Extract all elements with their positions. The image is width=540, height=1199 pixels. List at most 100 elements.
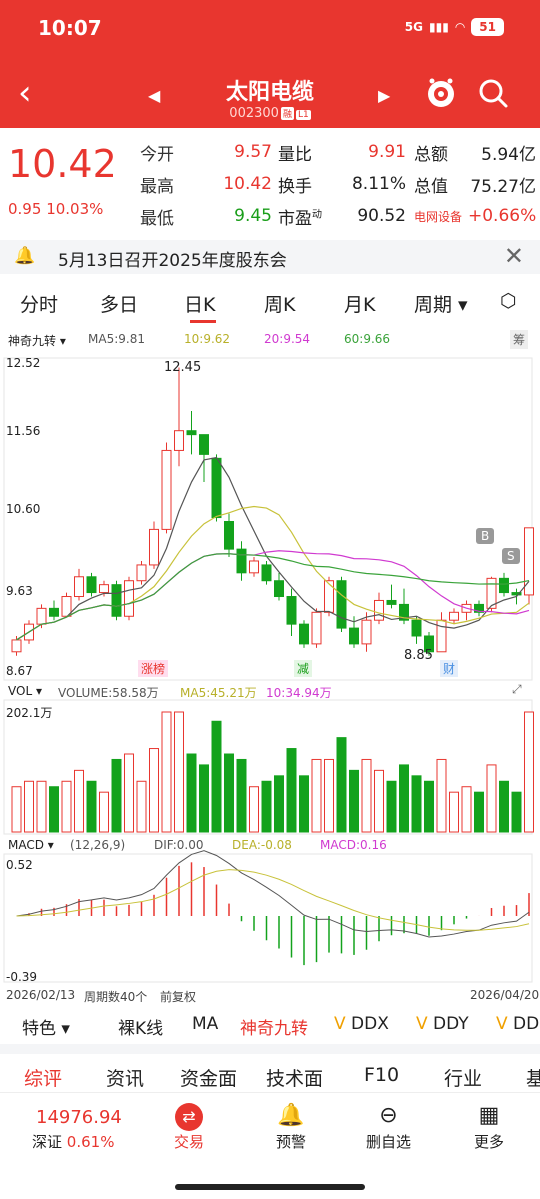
alert-button[interactable]: 🔔 预警 [276,1103,306,1152]
volume-bar [61,780,72,833]
remove-label: 删自选 [366,1133,412,1151]
battery-icon: 51 [471,18,504,36]
candle-body [386,599,397,605]
stock-title: 太阳电缆 [225,80,314,105]
network-label: 5G [404,20,423,34]
change-pct: 10.03% [46,200,104,218]
vol-selector[interactable]: VOL ▾ [8,684,42,698]
volume-bar [211,720,222,833]
tab-multiday[interactable]: 多日 [100,290,138,317]
ma20-label: 20:9.54 [264,332,311,346]
strip-ddx-label: DDX [351,1014,389,1034]
indicator-selector[interactable]: 神奇九转 ▾ [8,332,66,349]
candle-body [236,548,247,574]
tab-technical[interactable]: 技术面 [266,1064,323,1091]
volume-bar [274,775,284,833]
notice-bar[interactable]: 🔔 5月13日召开2025年度股东会 ✕ [0,240,540,274]
volume-bar [74,769,84,833]
tab-daily[interactable]: 日K [184,290,216,323]
assistant-icon[interactable] [424,76,458,110]
chip-button[interactable]: 筹 [510,330,529,349]
close-icon[interactable]: ✕ [504,242,524,270]
label-amount: 总额 [414,144,448,165]
volume-bar [524,711,534,833]
kline-svg[interactable] [0,326,540,996]
volume-bar [261,780,272,833]
tab-monthly[interactable]: 月K [344,290,375,317]
sell-marker[interactable]: S [502,548,520,564]
candle-body [336,580,347,629]
candle-body [299,623,309,645]
buy-marker[interactable]: B [476,528,495,544]
remove-watchlist-button[interactable]: ⊖ 删自选 [366,1103,411,1152]
macd-dea: DEA:-0.08 [232,838,292,852]
candle-body [111,584,122,617]
candle-body [286,596,297,625]
volume-bar [236,758,247,833]
tab-industry[interactable]: 行业 [444,1064,482,1091]
value-open: 9.57 [234,142,272,162]
wifi-icon: ◠ [454,20,466,34]
candle-body [449,611,459,621]
label-pe-sup: 动 [312,208,322,220]
reduce-marker[interactable]: 减 [294,660,313,677]
more-label: 更多 [474,1133,505,1151]
sector-name[interactable]: 电网设备 [406,208,468,225]
volume-bar [411,775,422,833]
tab-fund[interactable]: 基 [526,1064,540,1091]
strip-ddy[interactable]: V DDY [416,1014,469,1034]
tab-period[interactable]: 周期 ▾ [414,290,468,317]
strip-ma[interactable]: MA [192,1014,218,1034]
candle-body [11,639,22,653]
candle-body [324,580,334,613]
candle-body [186,430,197,436]
index-change[interactable]: 深证 0.61% [32,1131,114,1152]
volume-bar [24,780,34,833]
settings-icon[interactable]: ⬡ [500,290,517,312]
macd-selector[interactable]: MACD ▾ [8,838,54,852]
index-value[interactable]: 14976.94 [36,1107,122,1128]
volume-bar [36,780,47,833]
expand-icon[interactable]: ⤢ [512,682,522,697]
status-icons: 5G ▮▮▮ ◠ 51 [405,18,504,36]
period-note: 周期数40个 [84,990,148,1004]
more-button[interactable]: ▦ 更多 [474,1103,504,1152]
limit-up-marker[interactable]: 涨榜 [138,660,169,677]
volume-bar [174,711,184,833]
strip-bare-k[interactable]: 裸K线 [118,1014,163,1039]
macd-name: MACD [8,838,44,852]
tab-news[interactable]: 资讯 [106,1064,144,1091]
tab-overview[interactable]: 综评 [24,1064,62,1091]
candle-body [49,607,59,617]
kline-area[interactable]: 神奇九转 ▾ MA5:9.81 10:9.62 20:9.54 60:9.66 … [0,326,540,1004]
x-start-label: 2026/02/13 [6,988,76,1002]
macd-bottom-label: -0.39 [6,970,38,984]
trade-button[interactable]: ⇄ 交易 [174,1103,204,1152]
search-icon[interactable] [476,76,510,110]
axis-label: 8.67 [6,664,33,678]
axis-label: 12.52 [6,356,41,370]
candle-body [149,528,159,566]
price-change: 0.95 10.03% [8,200,103,218]
tab-capital[interactable]: 资金面 [180,1064,237,1091]
tab-weekly[interactable]: 周K [264,290,295,317]
tab-f10[interactable]: F10 [364,1064,399,1086]
adjust-label[interactable]: 前复权 [160,988,196,1005]
strip-ddx[interactable]: V DDX [334,1014,389,1034]
volume-bar [324,758,334,833]
app-header: 10:07 5G ▮▮▮ ◠ 51 ‹ ◀ ▶ 太阳电缆 002300 融 L1 [0,0,540,128]
strip-dd[interactable]: V DD [496,1014,539,1034]
finance-marker[interactable]: 财 [440,660,459,677]
volume-bar [86,780,97,833]
volume-bar [199,764,209,833]
volume-bar [299,775,309,833]
volume-bar [136,780,147,833]
tab-intraday[interactable]: 分时 [20,290,58,317]
label-turnover: 换手 [278,176,312,197]
strip-magic9[interactable]: 神奇九转 [240,1014,308,1039]
candle-body [349,627,359,645]
label-mktcap: 总值 [414,176,448,197]
volume-bar [449,791,459,833]
divider [0,1044,540,1054]
strip-feature[interactable]: 特色 ▾ [22,1014,70,1039]
